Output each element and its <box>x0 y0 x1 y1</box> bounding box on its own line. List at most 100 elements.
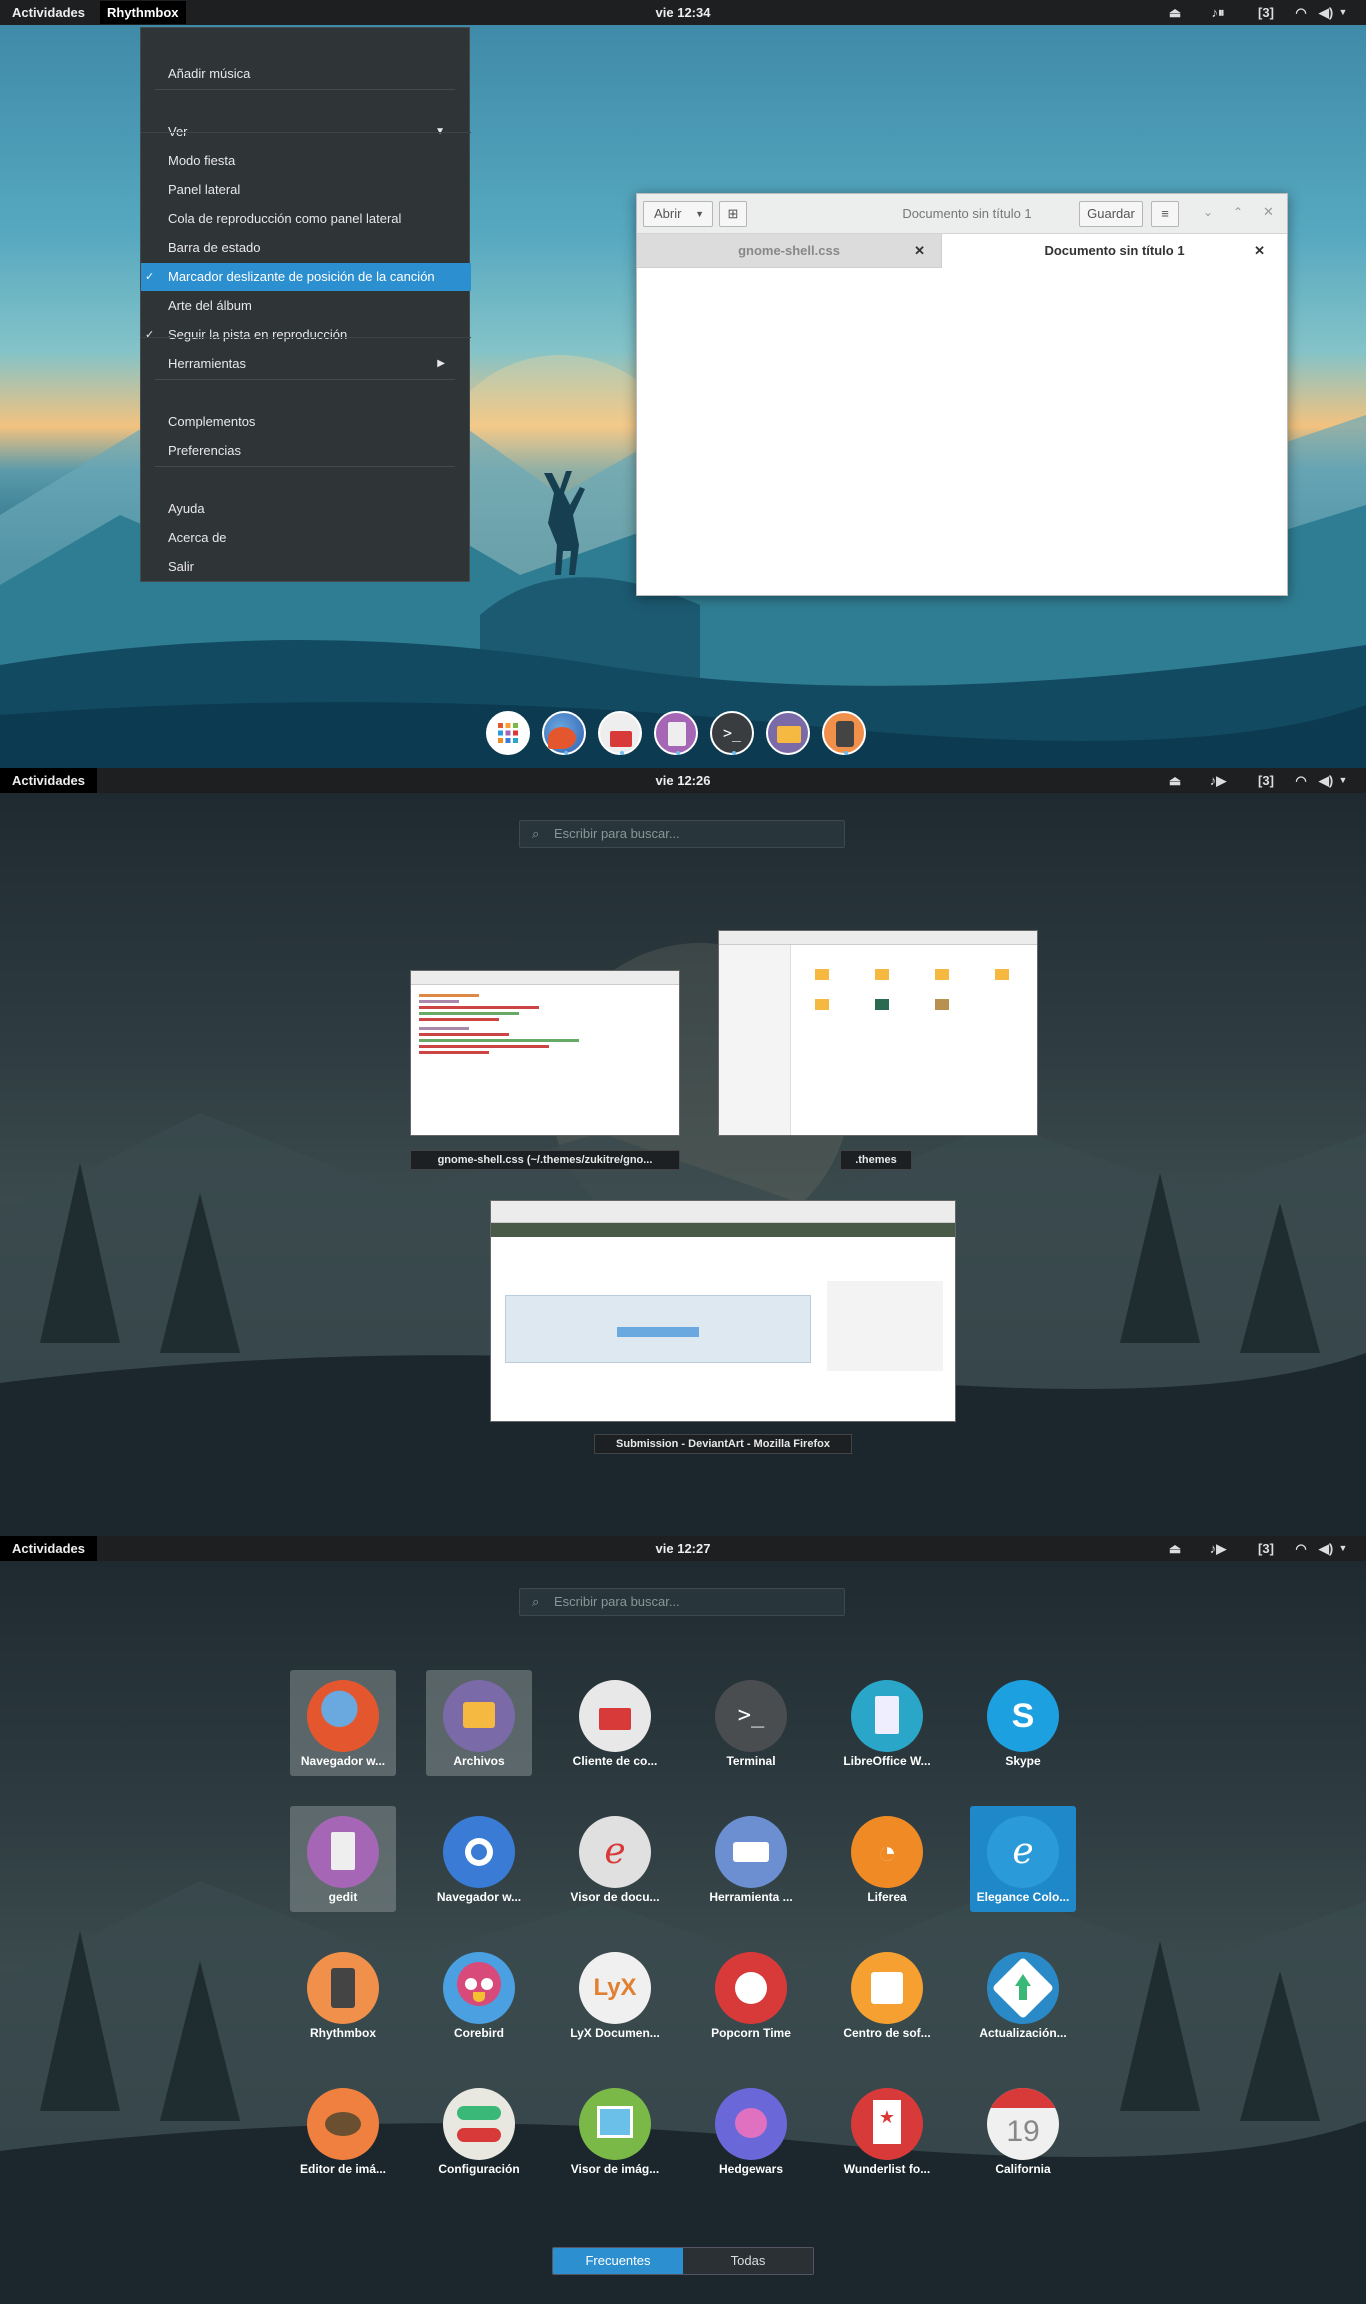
app-document-viewer[interactable]: e Visor de docu... <box>562 1806 668 1912</box>
volume-icon[interactable]: ◀) <box>1316 1536 1336 1561</box>
menu-item-follow-playing-track[interactable]: ✓ Seguir la pista en reproducción <box>141 321 471 349</box>
menu-item-party-mode[interactable]: Modo fiesta <box>141 147 471 175</box>
thumb-folder <box>815 969 829 980</box>
app-mail-client[interactable]: Cliente de co... <box>562 1670 668 1776</box>
running-indicator <box>844 751 848 755</box>
wifi-icon[interactable]: ◠ <box>1286 1536 1316 1561</box>
terminal-icon[interactable]: >_ <box>710 711 754 755</box>
clock[interactable]: vie 12:27 <box>656 1541 711 1556</box>
app-skype[interactable]: S Skype <box>970 1670 1076 1776</box>
search-input[interactable]: ⌕ Escribir para buscar... <box>519 1588 845 1616</box>
menu-item-song-position-slider[interactable]: ✓ Marcador deslizante de posición de la c… <box>141 263 471 291</box>
app-popcorn-time[interactable]: Popcorn Time <box>698 1942 804 2048</box>
window-caption[interactable]: Submission - DeviantArt - Mozilla Firefo… <box>594 1434 852 1454</box>
close-icon[interactable]: ✕ <box>1263 204 1274 220</box>
open-label: Abrir <box>654 206 682 221</box>
app-image-viewer[interactable]: Visor de imág... <box>562 2078 668 2184</box>
app-files[interactable]: Archivos <box>426 1670 532 1776</box>
app-chromium[interactable]: Navegador w... <box>426 1806 532 1912</box>
workspace-indicator[interactable]: [3] <box>1246 768 1286 793</box>
menu-item-plugins[interactable]: Complementos <box>141 408 471 436</box>
window-caption[interactable]: .themes <box>840 1150 912 1170</box>
eject-icon[interactable]: ⏏ <box>1160 0 1190 25</box>
app-firefox[interactable]: Navegador w... <box>290 1670 396 1776</box>
power-icon[interactable]: ▼ <box>1336 768 1350 793</box>
activities-button[interactable]: Actividades <box>0 1536 97 1561</box>
workspace-indicator[interactable]: [3] <box>1246 0 1286 25</box>
settings-toggle-icon <box>443 2088 515 2160</box>
all-tab[interactable]: Todas <box>683 2248 813 2274</box>
volume-icon[interactable]: ◀) <box>1316 0 1336 25</box>
frequent-tab[interactable]: Frecuentes <box>553 2248 683 2274</box>
app-elegance-colors[interactable]: e Elegance Colo... <box>970 1806 1076 1912</box>
workspace-indicator[interactable]: [3] <box>1246 1536 1286 1561</box>
menu-item-help[interactable]: Ayuda <box>141 495 471 523</box>
minimize-icon[interactable]: ⌄ <box>1203 205 1213 219</box>
close-icon[interactable]: ✕ <box>914 234 925 268</box>
window-caption[interactable]: gnome-shell.css (~/.themes/zukitre/gno..… <box>410 1150 680 1170</box>
menu-item-preferences[interactable]: Preferencias <box>141 437 471 465</box>
close-icon[interactable]: ✕ <box>1254 234 1265 268</box>
app-lyx[interactable]: LyX LyX Documen... <box>562 1942 668 2048</box>
power-icon[interactable]: ▼ <box>1336 0 1350 25</box>
app-software-center[interactable]: Centro de sof... <box>834 1942 940 2048</box>
eject-icon[interactable]: ⏏ <box>1160 768 1190 793</box>
files-icon[interactable] <box>766 711 810 755</box>
eject-icon[interactable]: ⏏ <box>1160 1536 1190 1561</box>
app-tool[interactable]: Herramienta ... <box>698 1806 804 1912</box>
mail-client-icon[interactable] <box>598 711 642 755</box>
clock[interactable]: vie 12:34 <box>656 5 711 20</box>
volume-icon[interactable]: ◀) <box>1316 768 1336 793</box>
tab-gnome-shell-css[interactable]: gnome-shell.css ✕ <box>637 234 941 268</box>
app-wunderlist[interactable]: ★ Wunderlist fo... <box>834 2078 940 2184</box>
window-thumbnail-gedit[interactable] <box>410 970 680 1136</box>
app-gedit[interactable]: gedit <box>290 1806 396 1912</box>
hamburger-menu-button[interactable]: ≡ <box>1151 201 1179 227</box>
maximize-icon[interactable]: ⌃ <box>1233 205 1243 219</box>
activities-button[interactable]: Actividades <box>0 0 97 25</box>
menu-item-label: Barra de estado <box>168 240 261 255</box>
menu-item-side-pane[interactable]: Panel lateral <box>141 176 471 204</box>
app-corebird[interactable]: Corebird <box>426 1942 532 2048</box>
clock[interactable]: vie 12:26 <box>656 773 711 788</box>
elegance-colors-icon: e <box>987 1816 1059 1888</box>
app-grid-icon[interactable] <box>486 711 530 755</box>
app-rhythmbox[interactable]: Rhythmbox <box>290 1942 396 2048</box>
music-icon[interactable]: ♪▶ <box>1190 768 1246 793</box>
new-tab-button[interactable]: ⊞ <box>719 201 747 227</box>
tab-untitled-document[interactable]: Documento sin título 1 ✕ <box>941 234 1287 268</box>
window-thumbnail-files[interactable] <box>718 930 1038 1136</box>
save-button[interactable]: Guardar <box>1079 201 1143 227</box>
terminal-icon: >_ <box>715 1680 787 1752</box>
app-california[interactable]: 19 California <box>970 2078 1076 2184</box>
menu-item-about[interactable]: Acerca de <box>141 524 471 552</box>
menu-item-tools[interactable]: Herramientas ▶ <box>141 350 471 378</box>
open-button[interactable]: Abrir ▼ <box>643 201 713 227</box>
app-gimp[interactable]: Editor de imá... <box>290 2078 396 2184</box>
firefox-icon[interactable] <box>542 711 586 755</box>
app-libreoffice-writer[interactable]: LibreOffice W... <box>834 1670 940 1776</box>
menu-item-status-bar[interactable]: Barra de estado <box>141 234 471 262</box>
activities-button[interactable]: Actividades <box>0 768 97 793</box>
wifi-icon[interactable]: ◠ <box>1286 0 1316 25</box>
app-hedgewars[interactable]: Hedgewars <box>698 2078 804 2184</box>
app-settings[interactable]: Configuración <box>426 2078 532 2184</box>
app-menu-button[interactable]: Rhythmbox <box>100 1 186 24</box>
music-icon[interactable]: ♪⏸ <box>1190 0 1246 25</box>
gedit-icon[interactable] <box>654 711 698 755</box>
music-icon[interactable]: ♪▶ <box>1190 1536 1246 1561</box>
text-editor-area[interactable] <box>637 269 1287 595</box>
menu-item-album-art[interactable]: Arte del álbum <box>141 292 471 320</box>
search-input[interactable]: ⌕ Escribir para buscar... <box>519 820 845 848</box>
menu-icon: ≡ <box>1161 206 1169 221</box>
menu-item-add-music[interactable]: Añadir música <box>141 60 471 88</box>
menu-item-queue-side-pane[interactable]: Cola de reproducción como panel lateral <box>141 205 471 233</box>
wifi-icon[interactable]: ◠ <box>1286 768 1316 793</box>
rhythmbox-icon[interactable] <box>822 711 866 755</box>
power-icon[interactable]: ▼ <box>1336 1536 1350 1561</box>
app-liferea[interactable]: ◔ Liferea <box>834 1806 940 1912</box>
window-thumbnail-firefox[interactable] <box>490 1200 956 1422</box>
menu-item-quit[interactable]: Salir <box>141 553 471 581</box>
app-terminal[interactable]: >_ Terminal <box>698 1670 804 1776</box>
app-software-updater[interactable]: Actualización... <box>970 1942 1076 2048</box>
